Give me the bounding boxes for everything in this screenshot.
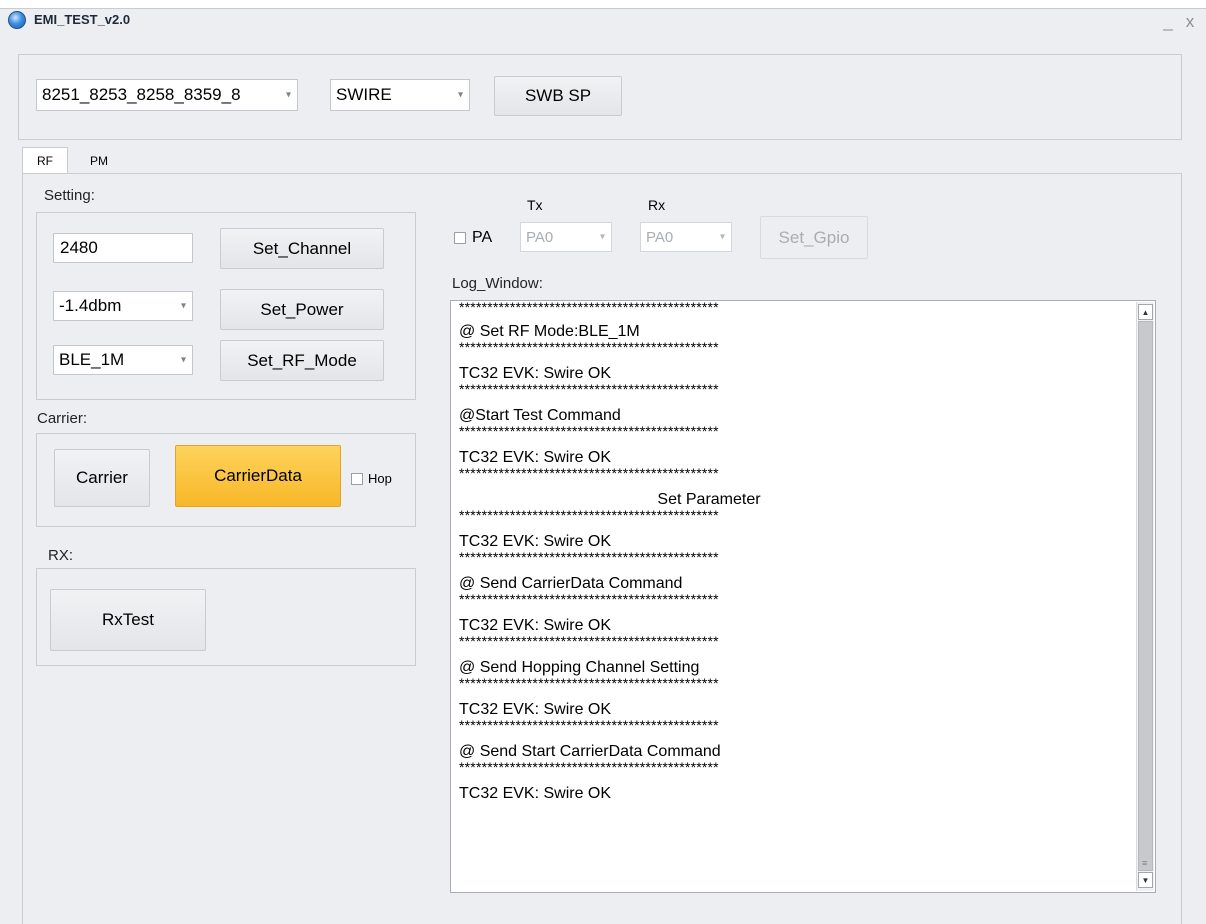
scroll-down-arrow-icon[interactable]: ▼ — [1138, 872, 1153, 888]
log-scrollbar[interactable]: ▲ ≡ ▼ — [1136, 302, 1154, 891]
log-separator: ****************************************… — [459, 381, 719, 397]
setting-title: Setting: — [44, 187, 95, 204]
window-title: EMI_TEST_v2.0 — [34, 12, 131, 27]
swb-sp-button[interactable]: SWB SP — [494, 76, 622, 116]
set-rf-mode-button[interactable]: Set_RF_Mode — [220, 340, 384, 381]
log-separator: ****************************************… — [459, 675, 719, 691]
scrollbar-thumb[interactable]: ≡ — [1138, 321, 1153, 871]
log-separator: ****************************************… — [459, 633, 719, 649]
chip-select-value: 8251_8253_8258_8359_8 — [42, 85, 241, 104]
minimize-button[interactable]: _ — [1158, 12, 1178, 32]
log-separator: ****************************************… — [459, 507, 719, 523]
tx-gpio-value: PA0 — [526, 228, 554, 246]
log-separator: ****************************************… — [459, 591, 719, 607]
log-separator: ****************************************… — [459, 339, 719, 355]
log-separator: ****************************************… — [459, 465, 719, 481]
chevron-down-icon: ▾ — [599, 231, 605, 243]
chip-select[interactable]: 8251_8253_8258_8359_8 ▾ — [36, 79, 298, 111]
rx-column-label: Rx — [648, 197, 666, 213]
hop-checkbox[interactable] — [351, 473, 363, 485]
rf-mode-select[interactable]: BLE_1M ▾ — [53, 345, 193, 375]
power-select-value: -1.4dbm — [59, 296, 122, 315]
log-line: TC32 EVK: Swire OK — [459, 785, 612, 802]
log-separator: ****************************************… — [459, 549, 719, 565]
app-globe-icon — [8, 11, 26, 29]
interface-select[interactable]: SWIRE ▾ — [330, 79, 470, 111]
rf-mode-select-value: BLE_1M — [59, 350, 125, 369]
set-gpio-button[interactable]: Set_Gpio — [760, 216, 868, 259]
log-window-title: Log_Window: — [452, 275, 543, 292]
rx-gpio-value: PA0 — [646, 228, 674, 246]
log-lines: ****************************************… — [459, 300, 1131, 805]
set-channel-button[interactable]: Set_Channel — [220, 228, 384, 269]
rx-title: RX: — [48, 547, 74, 564]
log-separator: ****************************************… — [459, 717, 719, 733]
grip-icon: ≡ — [1142, 858, 1148, 868]
chevron-down-icon: ▾ — [285, 89, 291, 101]
log-separator: ****************************************… — [459, 759, 719, 775]
power-select[interactable]: -1.4dbm ▾ — [53, 291, 193, 321]
rx-gpio-select[interactable]: PA0 ▾ — [640, 222, 732, 252]
carrier-button[interactable]: Carrier — [54, 449, 150, 507]
chevron-down-icon: ▾ — [180, 300, 186, 312]
title-bar: EMI_TEST_v2.0 _ x — [0, 8, 1206, 46]
tab-pm[interactable]: PM — [78, 150, 120, 172]
tx-column-label: Tx — [527, 197, 543, 213]
close-button[interactable]: x — [1180, 12, 1200, 32]
scroll-up-arrow-icon[interactable]: ▲ — [1138, 304, 1153, 320]
carrier-title: Carrier: — [37, 410, 88, 427]
hop-label: Hop — [368, 471, 392, 486]
chevron-down-icon: ▾ — [719, 231, 725, 243]
chevron-down-icon: ▾ — [457, 89, 463, 101]
channel-input[interactable]: 2480 — [53, 233, 193, 263]
log-window[interactable]: ****************************************… — [450, 300, 1156, 893]
log-separator: ****************************************… — [459, 300, 719, 315]
set-power-button[interactable]: Set_Power — [220, 289, 384, 330]
tx-gpio-select[interactable]: PA0 ▾ — [520, 222, 612, 252]
interface-select-value: SWIRE — [336, 85, 392, 104]
rx-test-button[interactable]: RxTest — [50, 589, 206, 651]
carrier-data-button[interactable]: CarrierData — [175, 445, 341, 507]
pa-label: PA — [472, 229, 493, 246]
log-separator: ****************************************… — [459, 423, 719, 439]
pa-checkbox[interactable] — [454, 232, 466, 244]
tab-rf[interactable]: RF — [22, 147, 68, 174]
chevron-down-icon: ▾ — [180, 354, 186, 366]
